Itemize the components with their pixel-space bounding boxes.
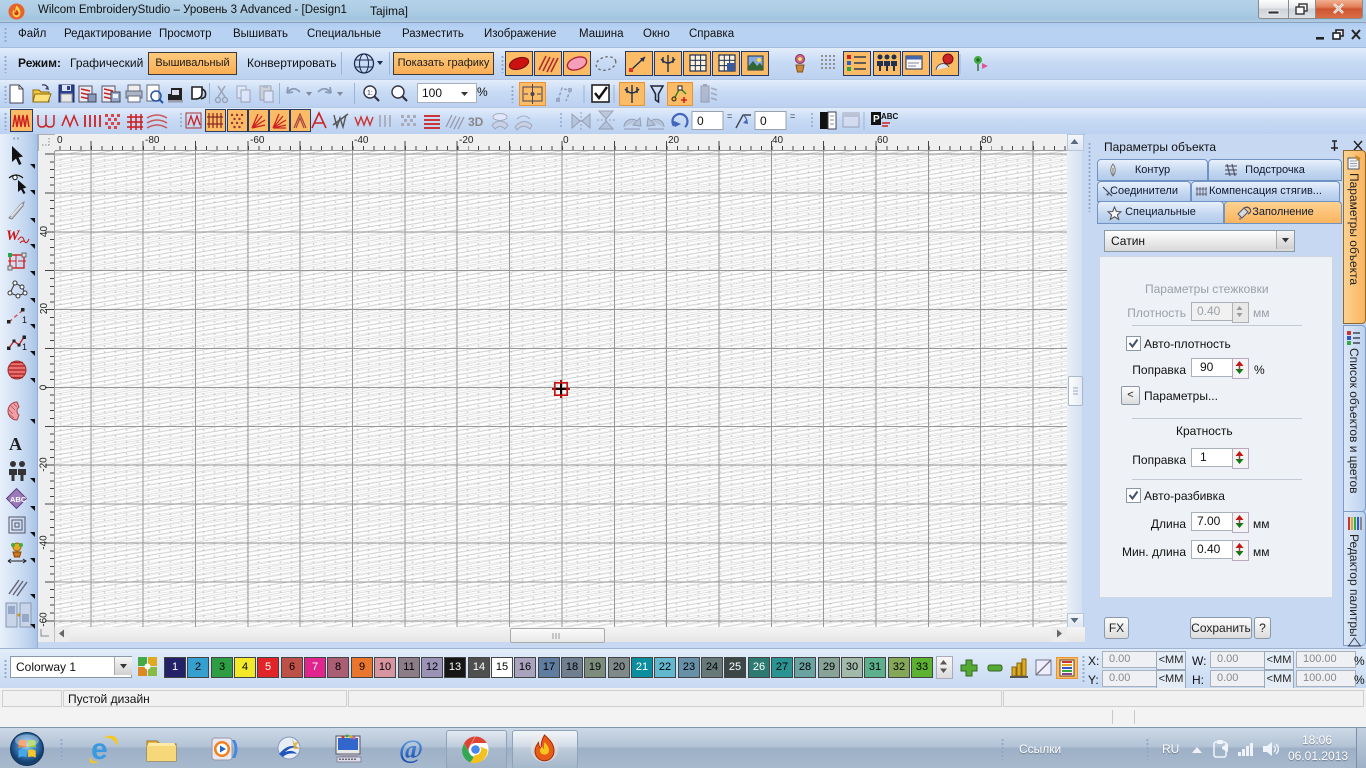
svg-text:=: = <box>790 111 795 121</box>
svg-text:ABC: ABC <box>10 495 27 504</box>
svg-text:1: 1 <box>22 342 27 352</box>
svg-text:=: = <box>727 111 732 121</box>
svg-text:ABC: ABC <box>881 112 899 121</box>
svg-text:e: e <box>91 733 108 765</box>
svg-text:P: P <box>873 114 880 125</box>
svg-text:0: 0 <box>760 114 767 128</box>
svg-text:3D: 3D <box>468 115 484 129</box>
svg-text:W: W <box>6 228 21 244</box>
svg-text:@: @ <box>399 735 423 764</box>
svg-text:A: A <box>9 434 22 454</box>
svg-text:0: 0 <box>697 114 704 128</box>
svg-text:1: 1 <box>22 315 27 325</box>
svg-text:1:: 1: <box>367 90 373 97</box>
